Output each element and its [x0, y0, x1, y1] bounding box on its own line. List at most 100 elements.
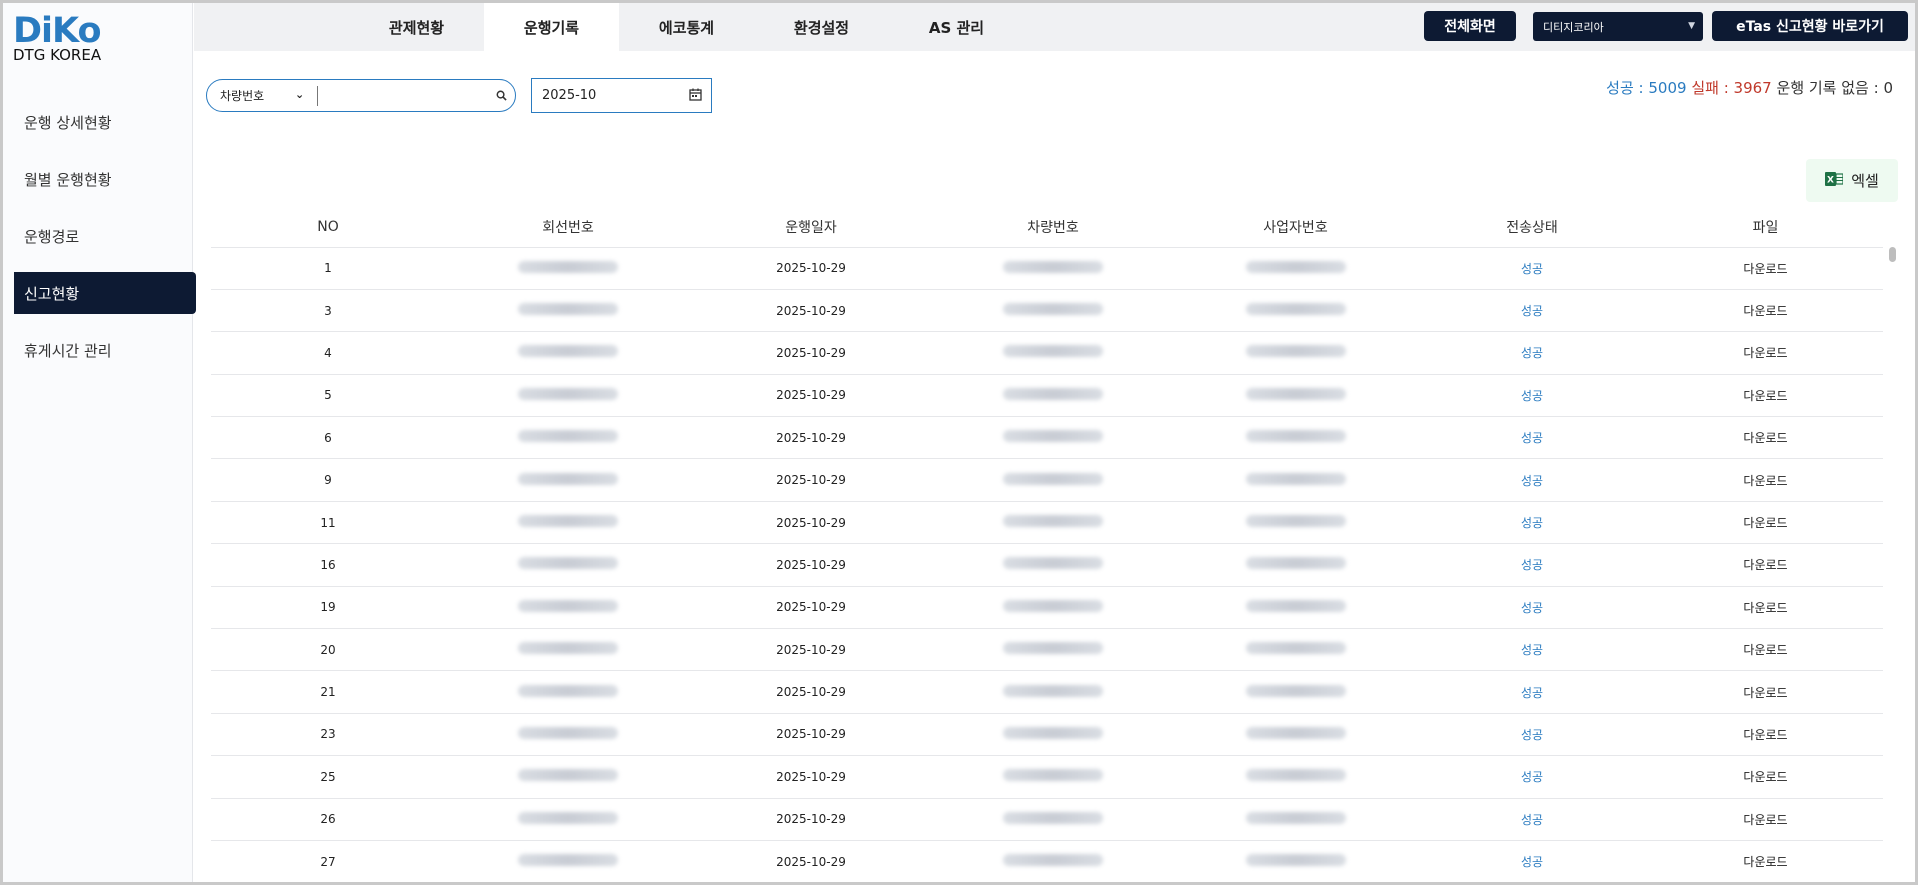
calendar-icon[interactable] [689, 88, 702, 105]
cell-line-number [445, 670, 691, 714]
sidebar-item-drive-detail[interactable]: 운행 상세현황 [3, 101, 195, 143]
cell-business-number [1175, 374, 1416, 418]
sidebar-item-label: 월별 운행현황 [24, 170, 112, 189]
tab-settings[interactable]: 환경설정 [754, 3, 889, 51]
cell-transmit-status: 성공 [1416, 628, 1648, 672]
cell-transmit-status-value[interactable]: 성공 [1521, 431, 1543, 445]
cell-transmit-status-value[interactable]: 성공 [1521, 855, 1543, 869]
redacted-value [518, 387, 618, 400]
tab-monitoring[interactable]: 관제현황 [349, 3, 484, 51]
cell-line-number [445, 501, 691, 545]
cell-file-value[interactable]: 다운로드 [1743, 770, 1787, 784]
cell-drive-date-value: 2025-10-29 [776, 769, 846, 784]
tab-drive-records[interactable]: 운행기록 [484, 3, 619, 51]
cell-no: 26 [211, 798, 445, 841]
cell-vehicle-number [931, 501, 1175, 545]
cell-file-value[interactable]: 다운로드 [1743, 389, 1787, 403]
cell-transmit-status-value[interactable]: 성공 [1521, 643, 1543, 657]
cell-file-value[interactable]: 다운로드 [1743, 474, 1787, 488]
cell-file-value[interactable]: 다운로드 [1743, 601, 1787, 615]
cell-file: 다운로드 [1648, 458, 1883, 502]
search-icon[interactable] [487, 80, 515, 111]
col-header-drive-date: 운행일자 [691, 208, 931, 248]
cell-drive-date-value: 2025-10-29 [776, 303, 846, 318]
cell-drive-date: 2025-10-29 [691, 374, 931, 418]
cell-file-value[interactable]: 다운로드 [1743, 643, 1787, 657]
redacted-value [1003, 345, 1103, 358]
month-value: 2025-10 [542, 88, 597, 103]
cell-transmit-status: 성공 [1416, 713, 1648, 757]
etas-link-button[interactable]: eTas 신고현황 바로가기 [1712, 11, 1908, 41]
redacted-value [1245, 387, 1346, 400]
cell-file-value[interactable]: 다운로드 [1743, 813, 1787, 827]
cell-line-number [445, 713, 691, 757]
redacted-value [1245, 303, 1346, 316]
sidebar-item-monthly-drive[interactable]: 월별 운행현황 [3, 158, 195, 200]
cell-file-value[interactable]: 다운로드 [1743, 304, 1787, 318]
company-select[interactable]: 디티지코리아 ▼ [1533, 12, 1703, 41]
cell-business-number [1175, 586, 1416, 630]
svg-text:X: X [1827, 175, 1834, 185]
sidebar-item-drive-route[interactable]: 운행경로 [3, 215, 195, 257]
cell-file-value[interactable]: 다운로드 [1743, 686, 1787, 700]
cell-no: 25 [211, 755, 445, 799]
table-row: 4 2025-10-29 성공 다운로드 [211, 331, 1883, 375]
company-select-value: 디티지코리아 [1543, 20, 1604, 34]
fullscreen-button[interactable]: 전체화면 [1424, 11, 1516, 41]
cell-file-value[interactable]: 다운로드 [1743, 262, 1787, 276]
excel-export-button[interactable]: X 엑셀 [1806, 159, 1898, 202]
cell-file-value[interactable]: 다운로드 [1743, 728, 1787, 742]
cell-transmit-status-value[interactable]: 성공 [1521, 516, 1543, 530]
cell-business-number [1175, 458, 1416, 502]
cell-transmit-status-value[interactable]: 성공 [1521, 474, 1543, 488]
cell-transmit-status-value[interactable]: 성공 [1521, 389, 1543, 403]
cell-drive-date-value: 2025-10-29 [776, 261, 846, 276]
cell-transmit-status-value[interactable]: 성공 [1521, 558, 1543, 572]
cell-transmit-status: 성공 [1416, 501, 1648, 545]
cell-file-value[interactable]: 다운로드 [1743, 558, 1787, 572]
no-record-count: 운행 기록 없음 : 0 [1777, 79, 1893, 97]
cell-transmit-status-value[interactable]: 성공 [1521, 813, 1543, 827]
cell-vehicle-number [931, 289, 1175, 333]
cell-no: 16 [211, 543, 445, 587]
success-value: 5009 [1648, 79, 1687, 97]
cell-transmit-status-value[interactable]: 성공 [1521, 686, 1543, 700]
tab-eco-stats[interactable]: 에코통계 [619, 3, 754, 51]
redacted-value [1003, 769, 1103, 782]
cell-no: 20 [211, 628, 445, 672]
cell-file: 다운로드 [1648, 670, 1883, 714]
redacted-value [1245, 726, 1346, 739]
cell-file-value[interactable]: 다운로드 [1743, 516, 1787, 530]
cell-file-value[interactable]: 다운로드 [1743, 855, 1787, 869]
tab-as-management[interactable]: AS 관리 [889, 3, 1024, 51]
cell-no: 6 [211, 416, 445, 460]
cell-file-value[interactable]: 다운로드 [1743, 431, 1787, 445]
cell-transmit-status-value[interactable]: 성공 [1521, 346, 1543, 360]
cell-transmit-status-value[interactable]: 성공 [1521, 262, 1543, 276]
month-picker[interactable]: 2025-10 [531, 78, 712, 113]
redacted-value [1003, 260, 1103, 273]
redacted-value [1003, 854, 1103, 867]
cell-transmit-status-value[interactable]: 성공 [1521, 770, 1543, 784]
cell-transmit-status-value[interactable]: 성공 [1521, 601, 1543, 615]
cell-no-value: 11 [320, 515, 336, 530]
redacted-value [518, 684, 618, 697]
sidebar-item-report-status[interactable]: 신고현황 [14, 272, 196, 314]
cell-transmit-status-value[interactable]: 성공 [1521, 304, 1543, 318]
cell-line-number [445, 798, 691, 841]
search-input[interactable] [318, 80, 487, 111]
cell-file: 다운로드 [1648, 755, 1883, 799]
col-header-business-number: 사업자번호 [1175, 208, 1416, 248]
cell-line-number [445, 543, 691, 587]
sidebar-item-break-time[interactable]: 휴게시간 관리 [3, 329, 195, 371]
report-table-container[interactable]: NO 회선번호 운행일자 차량번호 사업자번호 전송상태 파일 1 2025-10… [211, 208, 1883, 882]
redacted-value [518, 430, 618, 443]
search-field-select[interactable]: 차량번호 ⌄ [207, 80, 317, 111]
caret-down-icon: ▼ [1688, 21, 1695, 31]
cell-business-number [1175, 670, 1416, 714]
scrollbar-thumb[interactable] [1889, 247, 1896, 262]
cell-file-value[interactable]: 다운로드 [1743, 346, 1787, 360]
redacted-value [1003, 387, 1103, 400]
cell-transmit-status-value[interactable]: 성공 [1521, 728, 1543, 742]
logo[interactable]: DiKo DTG KOREA [13, 13, 102, 63]
